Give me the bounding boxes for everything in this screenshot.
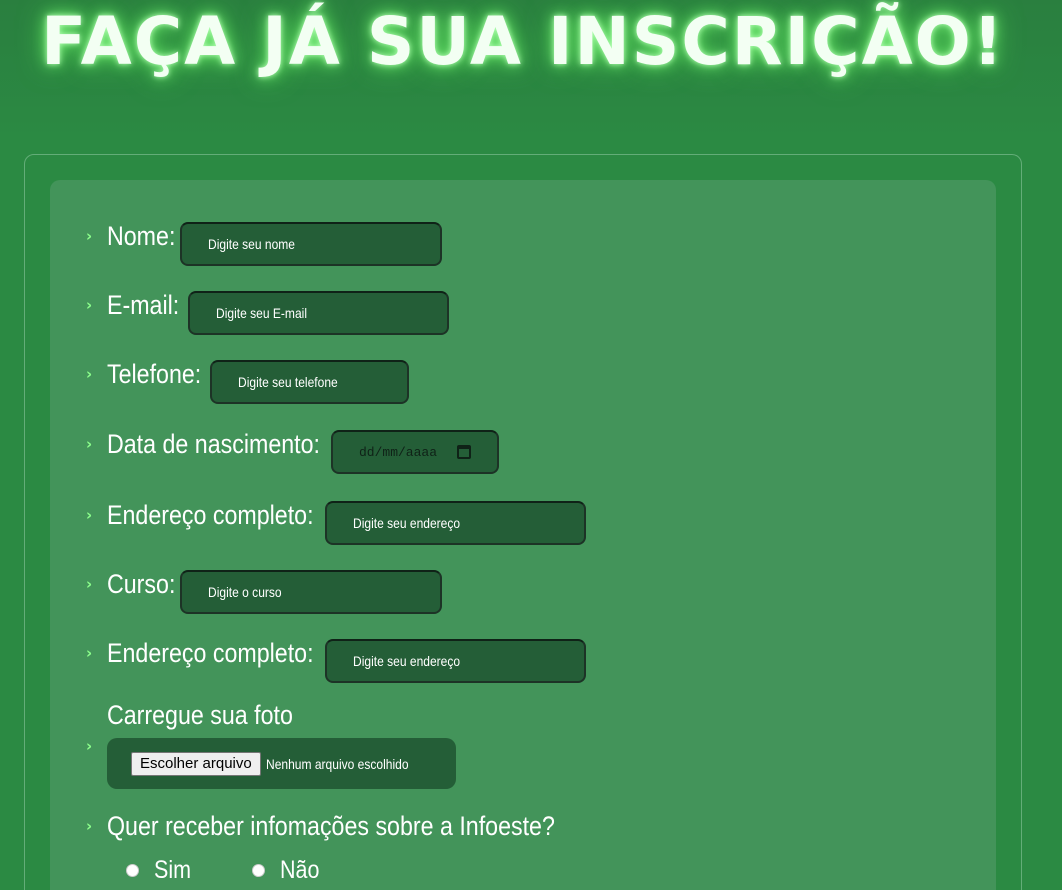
calendar-icon[interactable] [457,445,471,459]
birthdate-placeholder: dd/mm/aaaa [359,444,438,460]
name-row: › Nome: [86,221,187,252]
file-status: Nenhum arquivo escolhido [265,755,409,772]
chevron-right-icon: › [86,227,93,245]
address-placeholder-2: Digite seu endereço [353,653,461,669]
address-label-2: Endereço completo: [107,638,314,668]
address-row: › Endereço completo: [86,500,347,531]
email-input[interactable]: Digite seu E-mail [188,291,449,335]
page: FAÇA JÁ SUA INSCRIÇÃO! › Nome: Digite se… [0,0,1062,890]
info-question-row: › Quer receber infomações sobre a Infoes… [86,811,628,842]
chevron-right-icon: › [86,365,93,383]
phone-placeholder: Digite seu telefone [238,374,338,390]
choose-file-button[interactable]: Escolher arquivo [131,751,261,776]
chevron-right-icon: › [86,296,93,314]
chevron-right-icon: › [86,817,93,835]
name-input[interactable]: Digite seu nome [180,222,442,266]
radio-option-no[interactable]: Não [252,856,326,885]
course-input[interactable]: Digite o curso [180,570,442,614]
birthdate-input[interactable]: dd/mm/aaaa [331,430,499,474]
birthdate-label: Data de nascimento: [107,429,320,459]
phone-input[interactable]: Digite seu telefone [210,360,409,404]
phone-row: › Telefone: [86,359,217,390]
email-label: E-mail: [107,290,180,320]
birthdate-row: › Data de nascimento: [86,429,355,460]
address-input[interactable]: Digite seu endereço [325,501,586,545]
course-row: › Curso: [86,569,187,600]
photo-upload-label-wrap: Carregue sua foto [107,700,323,731]
chevron-right-icon: › [86,506,93,524]
address-placeholder: Digite seu endereço [353,515,461,531]
email-placeholder: Digite seu E-mail [216,305,308,321]
chevron-right-icon: › [86,737,93,755]
info-question-label: Quer receber infomações sobre a Infoeste… [107,811,555,841]
photo-upload-field: Escolher arquivo Nenhum arquivo escolhid… [107,738,456,789]
address-label: Endereço completo: [107,500,314,530]
chevron-right-icon: › [86,644,93,662]
name-placeholder: Digite seu nome [208,236,296,252]
phone-label: Telefone: [107,359,202,389]
page-title: FAÇA JÁ SUA INSCRIÇÃO! [41,3,1005,80]
chevron-right-icon: › [86,575,93,593]
email-row: › E-mail: [86,290,191,321]
address-row-2: › Endereço completo: [86,638,347,669]
radio-no-label: Não [280,856,320,884]
photo-upload-label: Carregue sua foto [107,700,293,730]
chevron-right-icon: › [86,435,93,453]
address-input-2[interactable]: Digite seu endereço [325,639,586,683]
name-label: Nome: [107,221,176,251]
radio-yes[interactable] [126,864,139,877]
radio-option-yes[interactable]: Sim [126,856,197,885]
course-label: Curso: [107,569,176,599]
radio-no[interactable] [252,864,265,877]
course-placeholder: Digite o curso [208,584,282,600]
radio-yes-label: Sim [154,856,192,884]
